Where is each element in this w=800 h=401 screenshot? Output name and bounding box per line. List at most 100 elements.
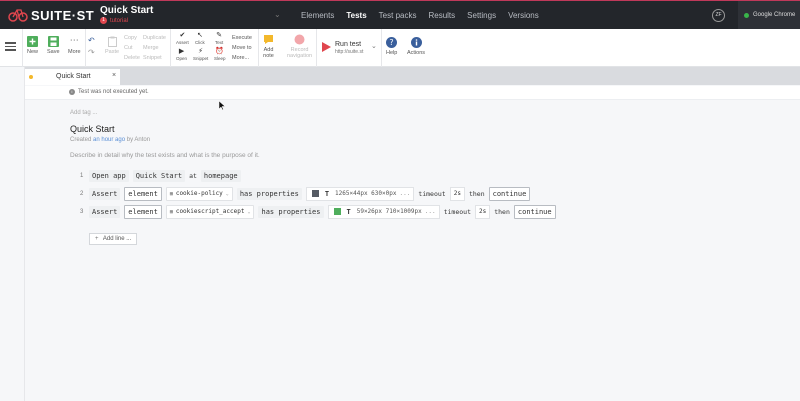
test-title[interactable]: Quick Start [70,124,115,134]
test-description[interactable]: Describe in detail why the test exists a… [70,152,260,159]
record-icon [294,34,305,45]
execute-button[interactable]: Execute [232,33,252,43]
info-icon [410,37,422,48]
toolbar-divider [85,29,86,67]
device-status-dot [744,12,749,18]
tab-label: Quick Start [56,73,91,80]
sleep-label: Sleep [214,56,226,61]
timeout-value[interactable]: 2s [449,186,465,201]
nav-results[interactable]: Results [427,11,456,20]
top-bar: SUITE·ST Quick Start 1 tutorial ⌄ Elemen… [0,0,800,29]
nav-tests[interactable]: Tests [345,11,367,20]
command-token[interactable]: Open app [89,169,129,182]
open-button[interactable]: ▶ Open [176,48,187,61]
element-type-icon: ▦ [169,190,173,197]
help-label: Help [386,50,398,56]
text-label: Text [215,40,224,45]
bike-logo-icon [8,9,28,22]
properties-box[interactable]: T 1265×44px 630×0px ... [305,186,415,201]
snippet-insert-button[interactable]: ⚡ Snippet [193,48,208,61]
plus-icon: + [95,236,99,242]
chevron-down-icon[interactable]: ⌄ [274,10,281,19]
paste-label: Paste [105,49,120,55]
test-line[interactable]: 2 Assert element ▦ cookie-policy ⌄ has p… [80,186,534,201]
nav-settings[interactable]: Settings [466,11,497,20]
toolbar-divider [381,29,382,67]
cut-button[interactable]: Cut [124,43,140,53]
sleep-button[interactable]: ⏰ Sleep [214,48,226,61]
delete-button[interactable]: Delete [124,53,140,63]
undo-icon[interactable]: ↶ [88,36,95,45]
menu-icon[interactable] [5,42,16,53]
assert-button[interactable]: ✔ Assert [176,32,189,45]
note-icon [264,35,273,44]
more-commands: Execute Move to More... [232,33,252,63]
then-action-token[interactable]: continue [513,204,556,219]
command-token[interactable]: Assert [89,205,121,218]
device-selector[interactable]: Google Chrome [738,1,800,29]
command-token[interactable]: Assert [89,187,121,200]
text-type-icon: T [324,189,330,198]
new-button[interactable]: New [27,36,38,55]
created-info: Created an hour ago by Anton [70,137,150,143]
redo-icon[interactable]: ↷ [88,48,95,57]
help-icon: ? [386,37,398,48]
pencil-icon: ✎ [216,32,223,39]
nav-versions[interactable]: Versions [507,11,540,20]
project-selector[interactable]: Quick Start 1 tutorial [100,5,153,24]
run-test-label: Run test [335,41,362,48]
add-note-label-2: note [263,53,274,59]
app-token[interactable]: Quick Start [132,169,186,182]
verb-token[interactable]: has properties [258,205,324,218]
element-selector[interactable]: ▦ cookie-policy ⌄ [165,186,233,201]
test-line[interactable]: 1 Open app Quick Start at homepage [80,169,245,182]
element-selector[interactable]: ▦ cookiescript_accept ⌄ [165,204,255,219]
duplicate-button[interactable]: Duplicate [143,33,166,43]
record-navigation-button[interactable]: Record navigation [287,34,312,59]
tab-quick-start[interactable]: Quick Start × [25,69,120,85]
text-button[interactable]: ✎ Text [215,32,223,45]
move-to-button[interactable]: Move to [232,43,252,53]
nav-elements[interactable]: Elements [300,11,335,20]
target-token[interactable]: homepage [200,169,241,182]
tab-strip: Quick Start × [25,67,800,85]
suitest-logo[interactable]: SUITE·ST [8,6,94,24]
created-time: an hour ago [93,137,126,143]
then-label: then [468,189,485,198]
user-avatar[interactable]: ZF [712,9,725,22]
click-button[interactable]: ↖ Click [195,32,205,45]
help-button[interactable]: ? Help [386,37,397,56]
actions-label: Actions [407,50,426,56]
add-line-button[interactable]: + Add line ... [89,233,138,245]
add-line-label: Add line ... [102,236,132,242]
run-options-chevron-icon[interactable]: ⌄ [371,42,377,50]
mouse-cursor-icon [219,101,225,110]
snippet-button[interactable]: Snippet [143,53,166,63]
actions-button[interactable]: Actions [407,37,425,56]
device-label: Google Chrome [753,12,796,18]
copy-button[interactable]: Copy [124,33,140,43]
merge-button[interactable]: Merge [143,43,166,53]
add-note-button[interactable]: Add note [263,34,274,59]
verb-token[interactable]: has properties [236,187,302,200]
properties-box[interactable]: T 59×26px 710×1009px ... [327,204,440,219]
properties-values: 59×26px 710×1009px [356,207,422,215]
logo-text: SUITE·ST [31,7,95,23]
toolbar: New Save ⋯ More ↶ ↷ Paste Copy Cut Delet… [0,29,800,67]
test-line[interactable]: 3 Assert element ▦ cookiescript_accept ⌄… [80,204,560,219]
nav-test-packs[interactable]: Test packs [378,11,418,20]
element-token[interactable]: element [124,204,162,219]
element-type-icon: ▦ [169,208,173,215]
check-icon: ✔ [179,32,186,39]
add-tag-input[interactable]: Add tag ... [70,110,97,116]
more-button[interactable]: ⋯ More [68,35,81,56]
more-commands-button[interactable]: More... [232,53,252,63]
paste-button[interactable]: Paste [105,36,119,55]
more-icon: ⋯ [69,35,79,45]
element-token[interactable]: element [124,186,162,201]
save-button[interactable]: Save [47,36,60,55]
timeout-value[interactable]: 2s [475,204,491,219]
color-swatch [333,208,341,215]
close-icon[interactable]: × [112,72,116,79]
then-action-token[interactable]: continue [488,186,531,201]
